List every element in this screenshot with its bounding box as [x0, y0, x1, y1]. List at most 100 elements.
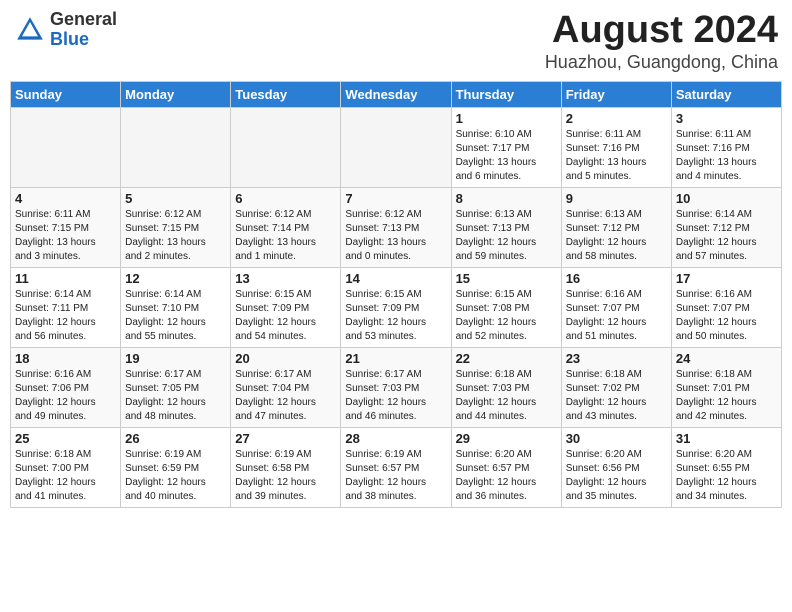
day-number: 19: [125, 351, 226, 366]
day-number: 25: [15, 431, 116, 446]
day-number: 30: [566, 431, 667, 446]
day-info: Sunrise: 6:20 AMSunset: 6:55 PMDaylight:…: [676, 448, 777, 504]
calendar-day-26: 26 Sunrise: 6:19 AMSunset: 6:59 PMDayligh…: [121, 427, 231, 507]
weekday-header-sunday: Sunday: [11, 81, 121, 107]
day-number: 2: [566, 111, 667, 126]
calendar-day-2: 2 Sunrise: 6:11 AMSunset: 7:16 PMDaylight…: [561, 107, 671, 187]
day-info: Sunrise: 6:18 AMSunset: 7:01 PMDaylight:…: [676, 368, 777, 424]
day-number: 7: [345, 191, 446, 206]
day-info: Sunrise: 6:15 AMSunset: 7:09 PMDaylight:…: [345, 288, 446, 344]
page-header: General Blue August 2024 Huazhou, Guangd…: [10, 10, 782, 73]
day-number: 27: [235, 431, 336, 446]
day-info: Sunrise: 6:13 AMSunset: 7:13 PMDaylight:…: [456, 208, 557, 264]
day-number: 22: [456, 351, 557, 366]
calendar-empty-cell: [121, 107, 231, 187]
title-block: August 2024 Huazhou, Guangdong, China: [545, 10, 778, 73]
calendar-day-7: 7 Sunrise: 6:12 AMSunset: 7:13 PMDaylight…: [341, 187, 451, 267]
day-number: 23: [566, 351, 667, 366]
day-number: 10: [676, 191, 777, 206]
weekday-header-monday: Monday: [121, 81, 231, 107]
logo: General Blue: [14, 10, 117, 50]
calendar-title: August 2024: [545, 10, 778, 52]
day-info: Sunrise: 6:15 AMSunset: 7:09 PMDaylight:…: [235, 288, 336, 344]
calendar-day-17: 17 Sunrise: 6:16 AMSunset: 7:07 PMDayligh…: [671, 267, 781, 347]
calendar-day-29: 29Sunrise: 6:20 AMSunset: 6:57 PMDayligh…: [451, 427, 561, 507]
day-number: 18: [15, 351, 116, 366]
calendar-day-14: 14 Sunrise: 6:15 AMSunset: 7:09 PMDayligh…: [341, 267, 451, 347]
calendar-empty-cell: [11, 107, 121, 187]
day-number: 1: [456, 111, 557, 126]
calendar-week-row: 11 Sunrise: 6:14 AMSunset: 7:11 PMDayligh…: [11, 267, 782, 347]
logo-text: General Blue: [50, 10, 117, 50]
calendar-week-row: 18Sunrise: 6:16 AMSunset: 7:06 PMDayligh…: [11, 347, 782, 427]
calendar-day-4: 4 Sunrise: 6:11 AMSunset: 7:15 PMDaylight…: [11, 187, 121, 267]
day-number: 11: [15, 271, 116, 286]
day-number: 13: [235, 271, 336, 286]
day-info: Sunrise: 6:10 AMSunset: 7:17 PMDaylight:…: [456, 128, 557, 184]
logo-icon: [14, 14, 46, 46]
day-info: Sunrise: 6:17 AMSunset: 7:03 PMDaylight:…: [345, 368, 446, 424]
calendar-day-31: 31 Sunrise: 6:20 AMSunset: 6:55 PMDayligh…: [671, 427, 781, 507]
calendar-day-20: 20Sunrise: 6:17 AMSunset: 7:04 PMDayligh…: [231, 347, 341, 427]
day-number: 21: [345, 351, 446, 366]
calendar-day-8: 8Sunrise: 6:13 AMSunset: 7:13 PMDaylight…: [451, 187, 561, 267]
day-info: Sunrise: 6:12 AMSunset: 7:15 PMDaylight:…: [125, 208, 226, 264]
calendar-week-row: 1 Sunrise: 6:10 AMSunset: 7:17 PMDaylight…: [11, 107, 782, 187]
day-info: Sunrise: 6:12 AMSunset: 7:14 PMDaylight:…: [235, 208, 336, 264]
day-number: 4: [15, 191, 116, 206]
calendar-day-18: 18Sunrise: 6:16 AMSunset: 7:06 PMDayligh…: [11, 347, 121, 427]
day-number: 26: [125, 431, 226, 446]
calendar-day-23: 23 Sunrise: 6:18 AMSunset: 7:02 PMDayligh…: [561, 347, 671, 427]
weekday-header-tuesday: Tuesday: [231, 81, 341, 107]
day-info: Sunrise: 6:11 AMSunset: 7:16 PMDaylight:…: [676, 128, 777, 184]
day-info: Sunrise: 6:19 AMSunset: 6:57 PMDaylight:…: [345, 448, 446, 504]
calendar-day-24: 24 Sunrise: 6:18 AMSunset: 7:01 PMDayligh…: [671, 347, 781, 427]
calendar-day-21: 21 Sunrise: 6:17 AMSunset: 7:03 PMDayligh…: [341, 347, 451, 427]
day-number: 24: [676, 351, 777, 366]
day-number: 3: [676, 111, 777, 126]
day-info: Sunrise: 6:20 AMSunset: 6:56 PMDaylight:…: [566, 448, 667, 504]
weekday-header-thursday: Thursday: [451, 81, 561, 107]
day-info: Sunrise: 6:11 AMSunset: 7:16 PMDaylight:…: [566, 128, 667, 184]
calendar-day-13: 13 Sunrise: 6:15 AMSunset: 7:09 PMDayligh…: [231, 267, 341, 347]
day-number: 31: [676, 431, 777, 446]
day-number: 12: [125, 271, 226, 286]
day-info: Sunrise: 6:16 AMSunset: 7:07 PMDaylight:…: [566, 288, 667, 344]
day-info: Sunrise: 6:19 AMSunset: 6:59 PMDaylight:…: [125, 448, 226, 504]
weekday-header-row: SundayMondayTuesdayWednesdayThursdayFrid…: [11, 81, 782, 107]
calendar-day-12: 12Sunrise: 6:14 AMSunset: 7:10 PMDayligh…: [121, 267, 231, 347]
day-info: Sunrise: 6:18 AMSunset: 7:00 PMDaylight:…: [15, 448, 116, 504]
calendar-day-10: 10 Sunrise: 6:14 AMSunset: 7:12 PMDayligh…: [671, 187, 781, 267]
calendar-day-25: 25 Sunrise: 6:18 AMSunset: 7:00 PMDayligh…: [11, 427, 121, 507]
calendar-day-5: 5Sunrise: 6:12 AMSunset: 7:15 PMDaylight…: [121, 187, 231, 267]
calendar-subtitle: Huazhou, Guangdong, China: [545, 52, 778, 73]
calendar-day-11: 11 Sunrise: 6:14 AMSunset: 7:11 PMDayligh…: [11, 267, 121, 347]
calendar-empty-cell: [231, 107, 341, 187]
day-info: Sunrise: 6:18 AMSunset: 7:03 PMDaylight:…: [456, 368, 557, 424]
calendar-day-16: 16 Sunrise: 6:16 AMSunset: 7:07 PMDayligh…: [561, 267, 671, 347]
day-number: 16: [566, 271, 667, 286]
calendar-day-9: 9 Sunrise: 6:13 AMSunset: 7:12 PMDaylight…: [561, 187, 671, 267]
day-info: Sunrise: 6:17 AMSunset: 7:04 PMDaylight:…: [235, 368, 336, 424]
weekday-header-friday: Friday: [561, 81, 671, 107]
day-info: Sunrise: 6:15 AMSunset: 7:08 PMDaylight:…: [456, 288, 557, 344]
calendar-day-6: 6 Sunrise: 6:12 AMSunset: 7:14 PMDaylight…: [231, 187, 341, 267]
day-info: Sunrise: 6:20 AMSunset: 6:57 PMDaylight:…: [456, 448, 557, 504]
calendar-day-30: 30 Sunrise: 6:20 AMSunset: 6:56 PMDayligh…: [561, 427, 671, 507]
day-number: 17: [676, 271, 777, 286]
calendar-day-3: 3 Sunrise: 6:11 AMSunset: 7:16 PMDaylight…: [671, 107, 781, 187]
day-info: Sunrise: 6:16 AMSunset: 7:07 PMDaylight:…: [676, 288, 777, 344]
day-info: Sunrise: 6:14 AMSunset: 7:11 PMDaylight:…: [15, 288, 116, 344]
day-info: Sunrise: 6:11 AMSunset: 7:15 PMDaylight:…: [15, 208, 116, 264]
day-info: Sunrise: 6:13 AMSunset: 7:12 PMDaylight:…: [566, 208, 667, 264]
day-info: Sunrise: 6:14 AMSunset: 7:12 PMDaylight:…: [676, 208, 777, 264]
day-info: Sunrise: 6:19 AMSunset: 6:58 PMDaylight:…: [235, 448, 336, 504]
day-info: Sunrise: 6:18 AMSunset: 7:02 PMDaylight:…: [566, 368, 667, 424]
day-info: Sunrise: 6:12 AMSunset: 7:13 PMDaylight:…: [345, 208, 446, 264]
day-number: 6: [235, 191, 336, 206]
day-number: 9: [566, 191, 667, 206]
weekday-header-saturday: Saturday: [671, 81, 781, 107]
day-number: 14: [345, 271, 446, 286]
weekday-header-wednesday: Wednesday: [341, 81, 451, 107]
day-info: Sunrise: 6:17 AMSunset: 7:05 PMDaylight:…: [125, 368, 226, 424]
